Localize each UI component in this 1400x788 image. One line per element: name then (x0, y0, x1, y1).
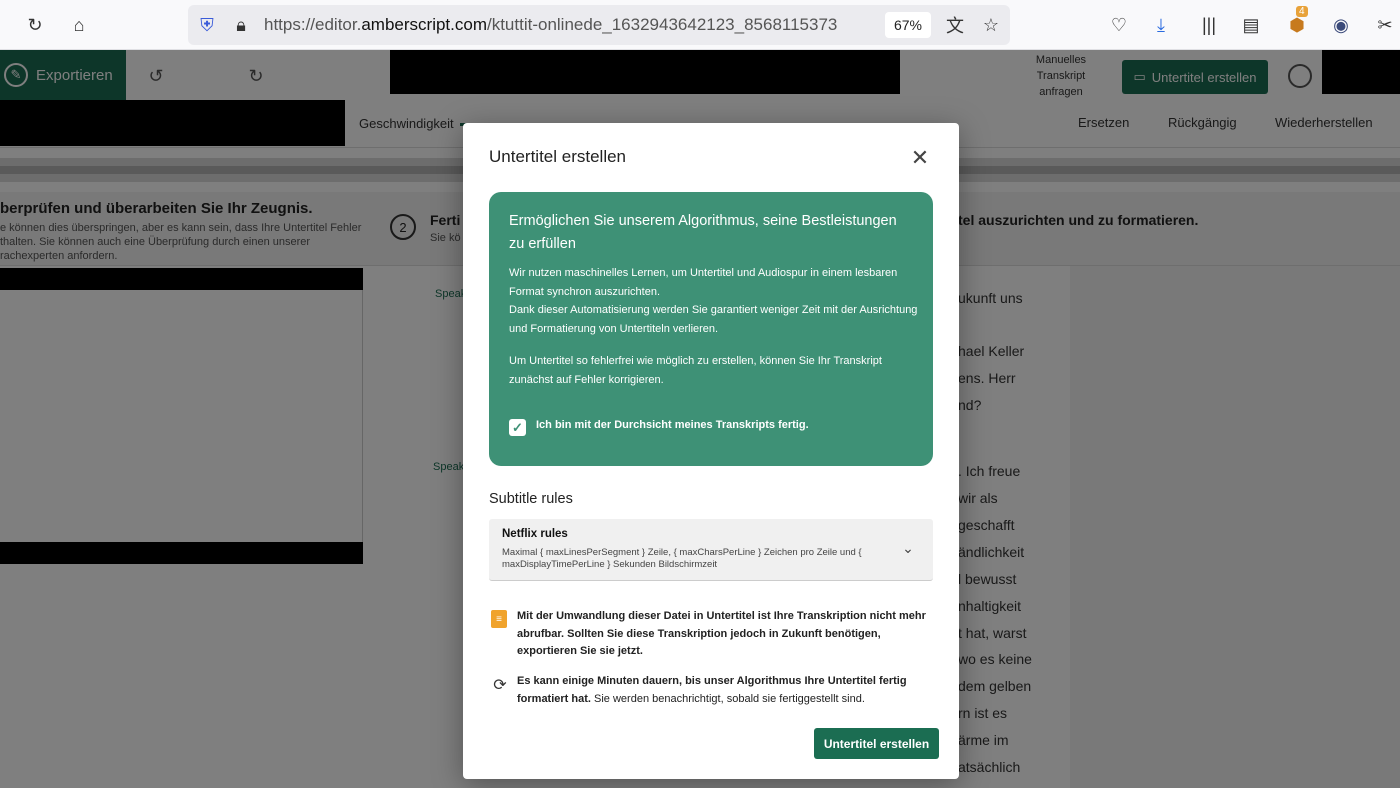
dialog-title: Untertitel erstellen (489, 147, 627, 166)
subtitle-rules-select[interactable]: Netflix rules Maximal { maxLinesPerSegme… (489, 519, 933, 581)
selected-rule-description: Maximal { maxLinesPerSegment } Zeile, { … (502, 547, 862, 570)
zoom-level[interactable]: 67% (885, 12, 931, 38)
sync-icon: ⟳ (493, 677, 507, 694)
info-card-paragraph-2: Um Untertitel so fehlerfrei wie möglich … (509, 355, 882, 386)
reload-icon[interactable]: ↻ (22, 12, 48, 38)
review-done-checkbox[interactable]: ✓ (509, 419, 526, 436)
reader-view-icon[interactable]: ▤ (1238, 12, 1264, 38)
lock-icon[interactable]: 🔒︎ (228, 12, 254, 38)
info-card-paragraph-1: Wir nutzen maschinelles Lernen, um Unter… (509, 264, 919, 338)
algorithm-info-card: Ermöglichen Sie unserem Algorithmus, sei… (489, 192, 933, 466)
screenshot-icon[interactable]: ✂ (1372, 12, 1398, 38)
create-subtitles-button[interactable]: Untertitel erstellen (814, 728, 939, 759)
shield-icon[interactable]: ⛨ (194, 12, 220, 38)
chevron-down-icon[interactable]: ⌄ (899, 539, 917, 557)
cursor-extension-icon[interactable]: ◉ (1328, 12, 1354, 38)
extension-badge: 4 (1296, 6, 1308, 17)
close-icon[interactable]: ✕ (907, 145, 933, 171)
address-bar[interactable]: ⛨ 🔒︎ https://editor.amberscript.com/ktut… (188, 5, 1010, 45)
create-subtitles-dialog: Untertitel erstellen ✕ Ermöglichen Sie u… (463, 123, 959, 779)
info-card-heading: Ermöglichen Sie unserem Algorithmus, sei… (509, 213, 897, 252)
selected-rule-name: Netflix rules (502, 528, 568, 540)
conversion-warning: Mit der Umwandlung dieser Datei in Unter… (517, 610, 926, 657)
processing-notice-rest: Sie werden benachrichtigt, sobald sie fe… (590, 692, 865, 705)
clipboard-warning-icon: ≡ (491, 610, 507, 628)
library-icon[interactable]: ||| (1196, 12, 1222, 38)
info-card-text-1a: Wir nutzen maschinelles Lernen, um Unter… (509, 267, 898, 298)
bookmark-star-icon[interactable]: ☆ (978, 12, 1004, 38)
browser-toolbar: ↻ ⌂ ⛨ 🔒︎ https://editor.amberscript.com/… (0, 0, 1400, 50)
review-done-label[interactable]: Ich bin mit der Durchsicht meines Transk… (536, 419, 809, 431)
url-text[interactable]: https://editor.amberscript.com/ktuttit-o… (264, 15, 864, 35)
pocket-icon[interactable]: ♡ (1106, 12, 1132, 38)
translate-icon[interactable]: 文 (942, 12, 968, 38)
subtitle-rules-heading: Subtitle rules (489, 491, 573, 507)
processing-notice: Es kann einige Minuten dauern, bis unser… (517, 673, 935, 708)
download-icon[interactable]: ⤓ (1148, 12, 1174, 38)
home-icon[interactable]: ⌂ (66, 12, 92, 38)
info-card-text-1b: Dank dieser Automatisierung werden Sie g… (509, 304, 918, 335)
